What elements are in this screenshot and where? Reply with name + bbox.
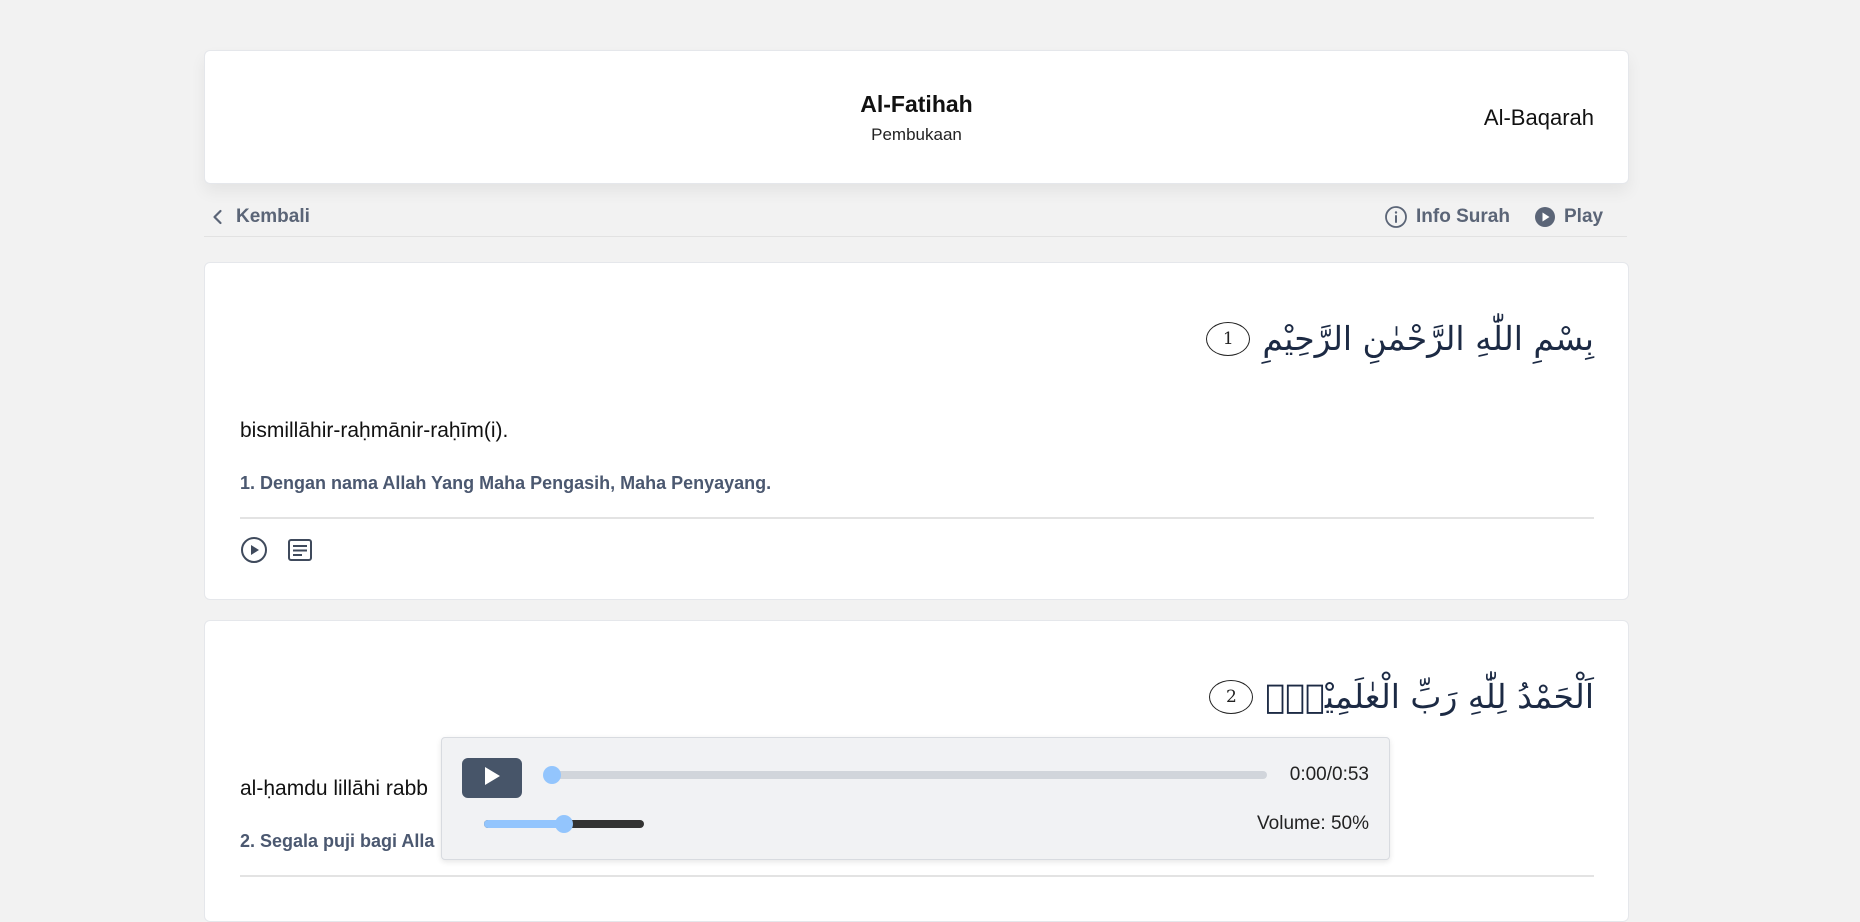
progress-handle[interactable] xyxy=(543,766,561,784)
play-circle-icon xyxy=(1534,206,1556,228)
ayah-actions xyxy=(240,536,314,569)
surah-header: Al-Fatihah Pembukaan Al-Baqarah xyxy=(204,50,1629,184)
ayah-translation: 1. Dengan nama Allah Yang Maha Pengasih,… xyxy=(240,473,772,493)
next-surah-link[interactable]: Al-Baqarah xyxy=(1484,105,1594,131)
volume-label: Volume: 50% xyxy=(1257,813,1369,834)
back-button[interactable]: Kembali xyxy=(208,200,310,234)
volume-fill xyxy=(484,820,564,828)
surah-title: Al-Fatihah xyxy=(860,91,973,117)
info-surah-button[interactable]: Info Surah xyxy=(1384,200,1510,234)
divider xyxy=(240,875,1594,877)
info-circle-icon xyxy=(1384,205,1408,229)
surah-subtitle: Pembukaan xyxy=(871,125,962,144)
arabic-row: 1 بِسْمِ اللّٰهِ الرَّحْمٰنِ الرَّحِيْمِ xyxy=(1206,319,1594,358)
progress-slider[interactable] xyxy=(543,766,1267,784)
play-triangle-icon xyxy=(483,766,501,791)
play-surah-button[interactable]: Play xyxy=(1534,200,1603,234)
player-play-button[interactable] xyxy=(462,758,522,798)
volume-slider[interactable] xyxy=(484,815,644,833)
volume-handle[interactable] xyxy=(555,815,573,833)
text-document-icon[interactable] xyxy=(286,536,314,569)
latin-transliteration: al-ḥamdu lillāhi rabb xyxy=(240,777,428,800)
ayah-number-badge: 2 xyxy=(1209,679,1254,714)
audio-player: 0:00/0:53 Volume: 50% xyxy=(441,737,1390,860)
play-ayah-icon[interactable] xyxy=(240,536,268,569)
arabic-row: 2 اَلْحَمْدُ لِلّٰهِ رَبِّ الْعٰلَمِيْنَ… xyxy=(1209,677,1594,716)
back-label: Kembali xyxy=(236,206,310,227)
chevron-left-icon xyxy=(208,207,228,227)
play-surah-label: Play xyxy=(1564,206,1604,227)
info-surah-label: Info Surah xyxy=(1416,206,1510,227)
arabic-text: بِسْمِ اللّٰهِ الرَّحْمٰنِ الرَّحِيْمِ xyxy=(1262,319,1594,358)
ayah-translation: 2. Segala puji bagi Alla xyxy=(240,831,435,851)
time-readout: 0:00/0:53 xyxy=(1289,764,1369,785)
latin-transliteration: bismillāhir-raḥmānir-raḥīm(i). xyxy=(240,419,509,442)
arabic-text: اَلْحَمْدُ لِلّٰهِ رَبِّ الْعٰلَمِيْنَۙ xyxy=(1265,677,1594,716)
ayah-number-badge: 1 xyxy=(1206,321,1251,356)
ayah-card: 1 بِسْمِ اللّٰهِ الرَّحْمٰنِ الرَّحِيْمِ… xyxy=(204,262,1629,600)
divider xyxy=(240,517,1594,519)
surah-toolbar: Kembali Info Surah Play xyxy=(204,200,1627,237)
